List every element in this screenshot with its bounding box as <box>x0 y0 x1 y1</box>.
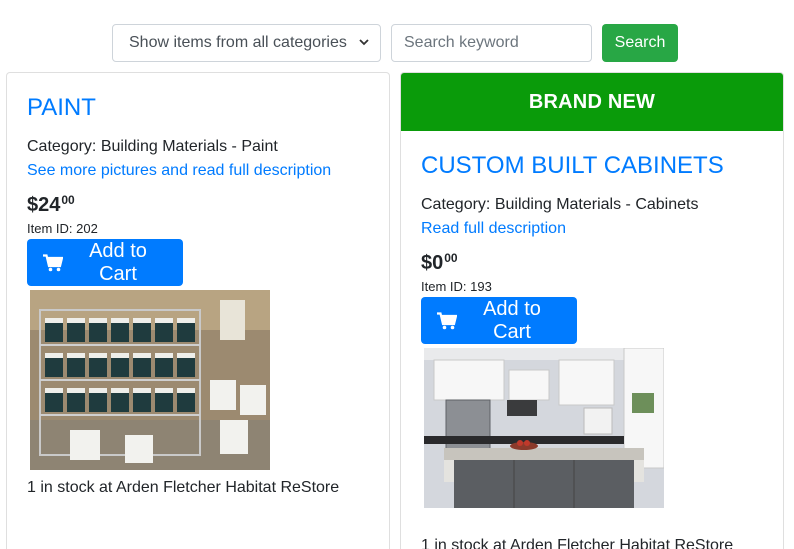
category-select-value: Show items from all categories <box>129 34 347 51</box>
card-body: CUSTOM BUILT CABINETS Category: Building… <box>401 131 783 549</box>
cart-icon <box>43 253 64 272</box>
card-body: PAINT Category: Building Materials - Pai… <box>7 73 389 500</box>
product-category: Category: Building Materials - Paint <box>27 138 278 155</box>
category-select[interactable]: Show items from all categories <box>112 24 381 62</box>
product-price: $2400 <box>27 185 369 220</box>
add-to-cart-button[interactable]: Add to Cart <box>421 297 577 344</box>
product-title[interactable]: CUSTOM BUILT CABINETS <box>421 151 763 181</box>
search-button[interactable]: Search <box>602 24 678 62</box>
stock-status: 1 in stock at Arden Fletcher Habitat ReS… <box>27 479 340 496</box>
full-description-link[interactable]: Read full description <box>421 217 763 241</box>
item-id: Item ID: 202 <box>27 221 98 236</box>
keyword-search-input[interactable] <box>391 24 592 62</box>
product-card-paint: PAINT Category: Building Materials - Pai… <box>6 72 390 549</box>
cart-icon <box>437 311 458 330</box>
chevron-down-icon <box>358 36 370 51</box>
full-description-link[interactable]: See more pictures and read full descript… <box>27 159 369 183</box>
product-price: $000 <box>421 243 763 278</box>
add-to-cart-label: Add to Cart <box>89 239 147 285</box>
brand-new-badge: BRAND NEW <box>401 73 783 131</box>
product-title[interactable]: PAINT <box>27 93 369 123</box>
add-to-cart-button[interactable]: Add to Cart <box>27 239 183 286</box>
item-id: Item ID: 193 <box>421 279 492 294</box>
price-cents: 00 <box>444 251 458 265</box>
price-dollars: $24 <box>27 194 61 216</box>
stock-status: 1 in stock at Arden Fletcher Habitat ReS… <box>421 537 734 549</box>
product-image-cabinets[interactable] <box>424 348 664 528</box>
add-to-cart-label: Add to Cart <box>483 297 541 343</box>
product-card-cabinets: BRAND NEW CUSTOM BUILT CABINETS Category… <box>400 72 784 549</box>
price-dollars: $0 <box>421 252 444 274</box>
product-category: Category: Building Materials - Cabinets <box>421 196 699 213</box>
product-image-paint[interactable] <box>30 290 270 470</box>
price-cents: 00 <box>61 193 75 207</box>
search-bar: Show items from all categories Search <box>112 24 678 62</box>
